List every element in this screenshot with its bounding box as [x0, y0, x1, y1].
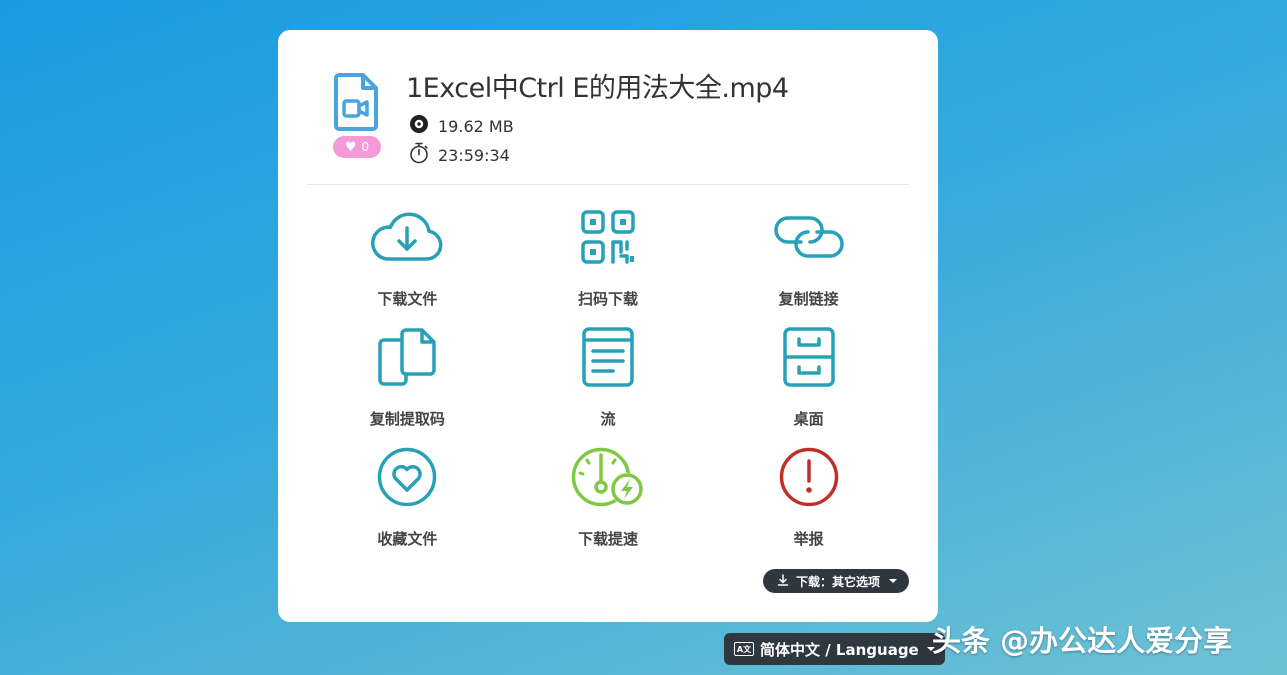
- scan-download-label: 扫码下载: [577, 290, 638, 308]
- action-grid: 下载文件 扫码下载 复制链接 复制提取码 流 桌面 收藏文件 下载提速 举报: [307, 200, 909, 560]
- cabinet-icon: [782, 320, 836, 394]
- likes-count: 0: [361, 140, 370, 154]
- report-button[interactable]: 举报: [708, 440, 909, 560]
- favorite-file-button[interactable]: 收藏文件: [307, 440, 508, 560]
- language-selector[interactable]: A文 简体中文 / Language: [724, 633, 945, 665]
- download-file-button[interactable]: 下载文件: [307, 200, 508, 320]
- heart-icon: ♥: [344, 139, 357, 155]
- report-exclamation-icon: [778, 440, 840, 514]
- stream-label: 流: [600, 410, 616, 428]
- disk-icon: [409, 114, 429, 138]
- copy-link-label: 复制链接: [778, 290, 839, 308]
- download-file-label: 下载文件: [377, 290, 438, 308]
- download-other-options-button[interactable]: 下载：其它选项: [762, 569, 909, 593]
- qr-code-icon: [580, 200, 636, 274]
- copy-code-label: 复制提取码: [369, 410, 445, 428]
- caret-down-icon: [889, 579, 897, 583]
- download-other-options-label: 下载：其它选项: [795, 574, 880, 589]
- language-label: 简体中文 / Language: [760, 640, 919, 659]
- speed-boost-label: 下载提速: [577, 530, 638, 548]
- file-card: ♥ 0 1Excel中Ctrl E的用法大全.mp4 19.62 MB 23:5…: [278, 30, 938, 622]
- divider: [307, 184, 909, 185]
- stopwatch-icon: [409, 142, 429, 168]
- desktop-button[interactable]: 桌面: [708, 320, 909, 440]
- favorite-file-label: 收藏文件: [377, 530, 438, 548]
- link-icon: [771, 200, 847, 274]
- copy-code-button[interactable]: 复制提取码: [307, 320, 508, 440]
- copy-icon: [376, 320, 438, 394]
- stream-button[interactable]: 流: [508, 320, 709, 440]
- file-duration: 23:59:34: [438, 145, 510, 165]
- file-size: 19.62 MB: [438, 116, 514, 136]
- speed-boost-icon: [570, 440, 646, 514]
- file-duration-row: 23:59:34: [409, 142, 510, 168]
- document-lines-icon: [581, 320, 635, 394]
- file-size-row: 19.62 MB: [409, 114, 514, 138]
- likes-badge[interactable]: ♥ 0: [333, 136, 381, 158]
- cloud-download-icon: [369, 200, 445, 274]
- video-file-icon: [333, 72, 383, 132]
- desktop-label: 桌面: [793, 410, 824, 428]
- download-icon: [777, 573, 789, 589]
- heart-circle-icon: [376, 440, 438, 514]
- copy-link-button[interactable]: 复制链接: [708, 200, 909, 320]
- scan-download-button[interactable]: 扫码下载: [508, 200, 709, 320]
- watermark: 头条 @办公达人爱分享: [932, 624, 1233, 658]
- file-title: 1Excel中Ctrl E的用法大全.mp4: [406, 73, 789, 104]
- report-label: 举报: [793, 530, 824, 548]
- speed-boost-button[interactable]: 下载提速: [508, 440, 709, 560]
- translate-icon: A文: [734, 642, 754, 656]
